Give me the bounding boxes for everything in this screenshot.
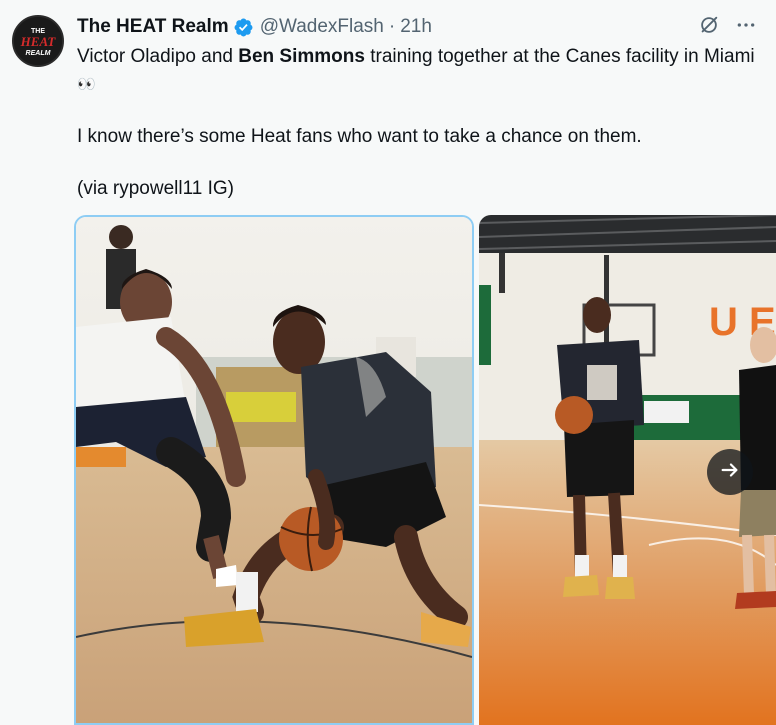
tweet-line-1: Victor Oladipo and Ben Simmons training … — [77, 46, 755, 93]
svg-text:REALM: REALM — [26, 50, 51, 57]
verified-badge-icon — [233, 17, 254, 38]
grok-icon[interactable] — [698, 14, 720, 41]
photo-1[interactable] — [74, 215, 474, 725]
tweet-header: The HEAT Realm @WadexFlash · 21h — [77, 14, 432, 40]
tweet-line-2: I know there’s some Heat fans who want t… — [77, 126, 642, 147]
media-carousel: U E — [74, 215, 776, 725]
avatar-logo: THE HEAT REALM — [14, 17, 62, 65]
timestamp[interactable]: 21h — [400, 16, 432, 38]
svg-text:HEAT: HEAT — [20, 34, 57, 49]
mention-bold: Ben Simmons — [238, 46, 365, 67]
header-actions — [698, 14, 756, 40]
handle[interactable]: @WadexFlash — [260, 16, 384, 38]
next-media-button[interactable] — [707, 449, 753, 495]
tweet-line-3: (via rypowell11 IG) — [77, 178, 234, 199]
avatar[interactable]: THE HEAT REALM — [12, 15, 64, 67]
display-name[interactable]: The HEAT Realm — [77, 16, 229, 38]
more-icon[interactable] — [736, 15, 756, 40]
eyes-emoji: 👀 — [77, 76, 96, 93]
arrow-right-icon — [719, 459, 741, 486]
tweet-text: Victor Oladipo and Ben Simmons training … — [77, 43, 757, 202]
separator: · — [388, 16, 396, 37]
tweet[interactable]: THE HEAT REALM The HEAT Realm @WadexFlas… — [0, 0, 776, 725]
